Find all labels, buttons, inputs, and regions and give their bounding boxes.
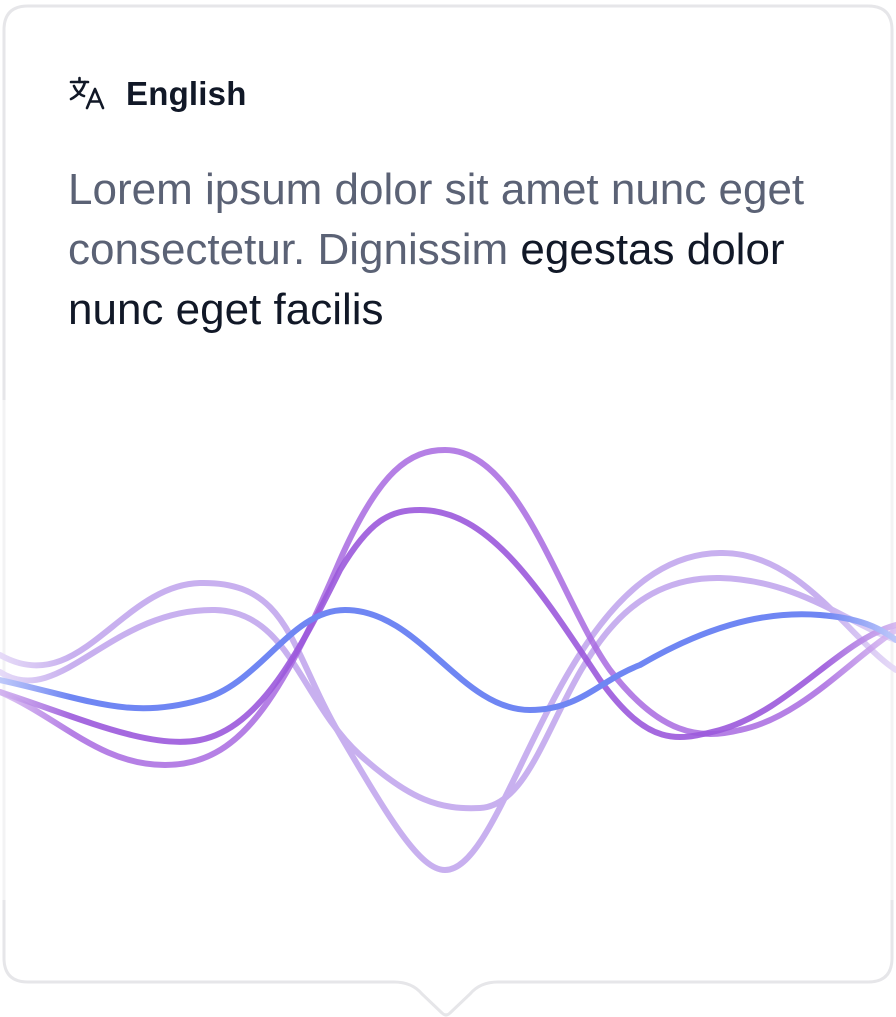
voice-translation-card: English Lorem ipsum dolor sit amet nunc … xyxy=(0,0,896,1017)
translate-icon xyxy=(68,74,108,114)
language-selector[interactable]: English xyxy=(68,74,247,114)
transcript-text: Lorem ipsum dolor sit amet nunc eget con… xyxy=(68,160,838,340)
language-label: English xyxy=(126,75,247,112)
audio-waveform xyxy=(0,400,896,900)
